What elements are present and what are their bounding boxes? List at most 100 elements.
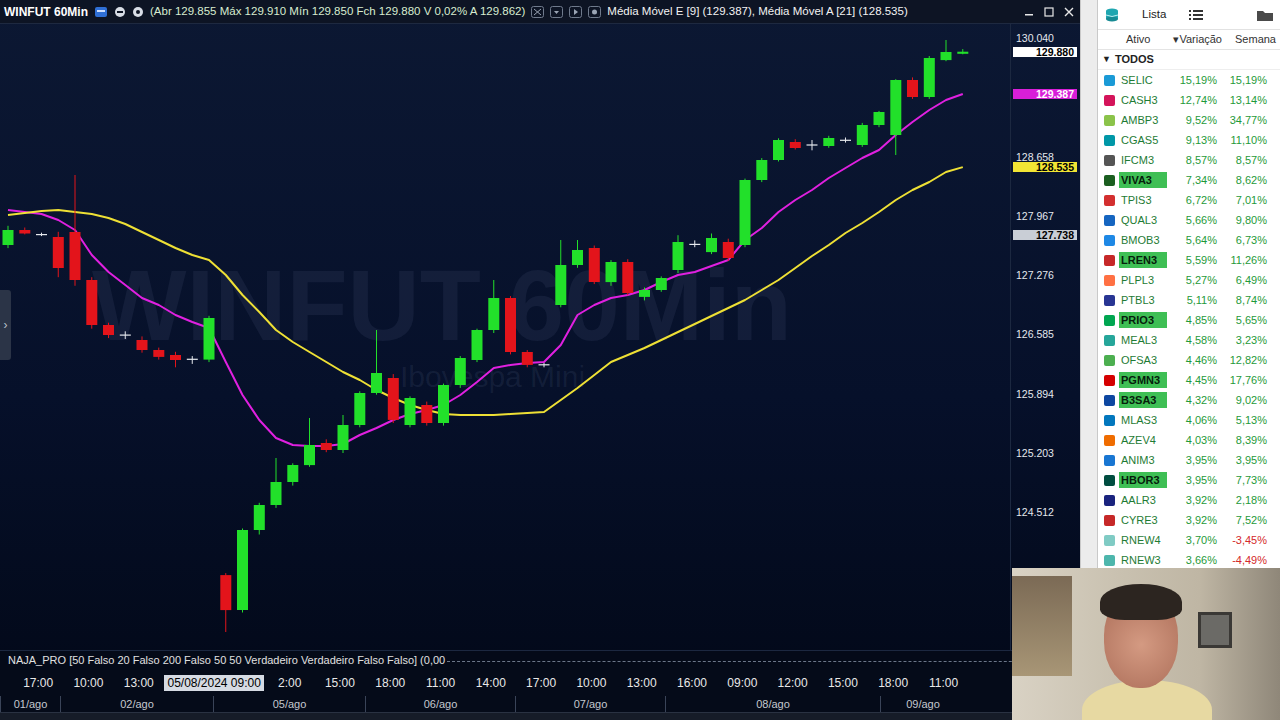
candle[interactable] — [472, 329, 483, 362]
watchlist-row[interactable]: VIVA37,34%8,62% — [1098, 170, 1280, 190]
watchlist-row[interactable]: ANIM33,95%3,95% — [1098, 450, 1280, 470]
candle[interactable] — [689, 240, 700, 247]
candle[interactable] — [572, 240, 583, 268]
candle[interactable] — [371, 330, 382, 395]
watchlist-row[interactable]: BMOB35,64%6,73% — [1098, 230, 1280, 250]
tools-icon[interactable] — [531, 6, 544, 18]
candle[interactable] — [639, 288, 650, 301]
candle[interactable] — [86, 277, 97, 329]
candle[interactable] — [438, 384, 449, 426]
candle[interactable] — [120, 331, 131, 339]
watchlist-row[interactable]: AZEV44,03%8,39% — [1098, 430, 1280, 450]
minimize-icon[interactable] — [1022, 5, 1036, 19]
watchlist-row[interactable]: CASH312,74%13,14% — [1098, 90, 1280, 110]
candle[interactable] — [840, 138, 851, 143]
candle[interactable] — [354, 391, 365, 427]
candle[interactable] — [103, 323, 114, 338]
candle[interactable] — [907, 77, 918, 99]
candle[interactable] — [287, 463, 298, 485]
candle[interactable] — [656, 276, 667, 291]
candle[interactable] — [304, 418, 315, 467]
candle[interactable] — [957, 49, 968, 54]
candle[interactable] — [539, 363, 550, 367]
watchlist-row[interactable]: CGAS59,13%11,10% — [1098, 130, 1280, 150]
watchlist-row[interactable]: AALR33,92%2,18% — [1098, 490, 1280, 510]
candle[interactable] — [773, 138, 784, 161]
candle[interactable] — [807, 140, 818, 150]
watchlist-row[interactable]: RNEW33,66%-4,49% — [1098, 550, 1280, 570]
column-header[interactable]: Ativo — [1098, 31, 1168, 48]
watchlist-row[interactable]: MEAL34,58%3,23% — [1098, 330, 1280, 350]
candle[interactable] — [606, 260, 617, 286]
candle[interactable] — [405, 396, 416, 427]
watchlist-row[interactable]: IFCM38,57%8,57% — [1098, 150, 1280, 170]
watchlist-row[interactable]: PLPL35,27%6,49% — [1098, 270, 1280, 290]
price-axis[interactable]: 130.040128.658127.967127.276126.585125.8… — [1010, 24, 1080, 650]
watchlist-row[interactable]: OFSA34,46%12,82% — [1098, 350, 1280, 370]
watchlist-row[interactable]: QUAL35,66%9,80% — [1098, 210, 1280, 230]
dropdown-icon[interactable] — [550, 6, 563, 18]
asset-badge-icon[interactable] — [94, 6, 108, 18]
candle[interactable] — [756, 158, 767, 182]
watchlist-row[interactable]: PTBL35,11%8,74% — [1098, 290, 1280, 310]
expand-toggle[interactable]: ▼ — [1102, 53, 1111, 67]
candle[interactable] — [204, 316, 215, 362]
candle[interactable] — [70, 175, 81, 286]
watchlist-row[interactable]: RNEW43,70%-3,45% — [1098, 530, 1280, 550]
candle[interactable] — [673, 235, 684, 273]
candle[interactable] — [857, 123, 868, 147]
candle[interactable] — [555, 240, 566, 307]
candle[interactable] — [187, 356, 198, 364]
candle[interactable] — [36, 233, 47, 236]
side-panel-toggle[interactable]: › — [0, 290, 11, 360]
column-header[interactable]: Semana — [1222, 31, 1278, 48]
candle[interactable] — [271, 458, 282, 508]
watchlist-row[interactable]: TPIS36,72%7,01% — [1098, 190, 1280, 210]
candle[interactable] — [338, 415, 349, 453]
folder-icon[interactable] — [1256, 8, 1274, 22]
candle[interactable] — [924, 56, 935, 99]
watchlist-row[interactable]: LREN35,59%11,26% — [1098, 250, 1280, 270]
watchlist-row[interactable]: HBOR33,95%7,73% — [1098, 470, 1280, 490]
candle[interactable] — [153, 348, 164, 360]
watchlist-row[interactable]: SELIC15,19%15,19% — [1098, 70, 1280, 90]
candle[interactable] — [53, 232, 64, 277]
close-icon[interactable] — [1062, 5, 1076, 19]
candle[interactable] — [823, 136, 834, 148]
candle[interactable] — [522, 350, 533, 367]
watchlist-row[interactable]: AMBP39,52%34,77% — [1098, 110, 1280, 130]
candle[interactable] — [874, 111, 885, 127]
candle[interactable] — [421, 402, 432, 426]
candle[interactable] — [455, 356, 466, 388]
play-icon[interactable] — [569, 6, 582, 18]
candle[interactable] — [723, 239, 734, 261]
database-icon[interactable] — [1104, 7, 1120, 23]
candle[interactable] — [941, 40, 952, 61]
watchlist-row[interactable]: PGMN34,45%17,76% — [1098, 370, 1280, 390]
maximize-icon[interactable] — [1042, 5, 1056, 19]
candle[interactable] — [388, 374, 399, 423]
candle[interactable] — [19, 228, 30, 235]
watchlist-title[interactable]: Lista — [1142, 6, 1166, 23]
candle[interactable] — [237, 529, 248, 613]
candle[interactable] — [790, 139, 801, 149]
candle[interactable] — [622, 259, 633, 295]
candlestick-chart[interactable]: Média Móvel E [9]Média Móvel A [21] — [0, 24, 1010, 650]
list-icon[interactable] — [1188, 8, 1204, 22]
watchlist-row[interactable]: MLAS34,06%5,13% — [1098, 410, 1280, 430]
candle[interactable] — [321, 439, 332, 452]
candle[interactable] — [740, 179, 751, 248]
candle[interactable] — [589, 246, 600, 285]
watchlist-row[interactable]: CYRE33,92%7,52% — [1098, 510, 1280, 530]
candle[interactable] — [706, 234, 717, 255]
candle[interactable] — [3, 226, 14, 248]
candle[interactable] — [488, 280, 499, 333]
candle[interactable] — [254, 503, 265, 535]
dot-circle-icon[interactable] — [132, 6, 144, 18]
candle[interactable] — [505, 296, 516, 354]
watchlist-group[interactable]: ▼TODOS — [1098, 50, 1280, 70]
candle[interactable] — [890, 79, 901, 155]
settings-icon[interactable] — [588, 6, 601, 18]
column-header[interactable]: ▾Variação — [1168, 31, 1222, 48]
candle[interactable] — [170, 352, 181, 368]
